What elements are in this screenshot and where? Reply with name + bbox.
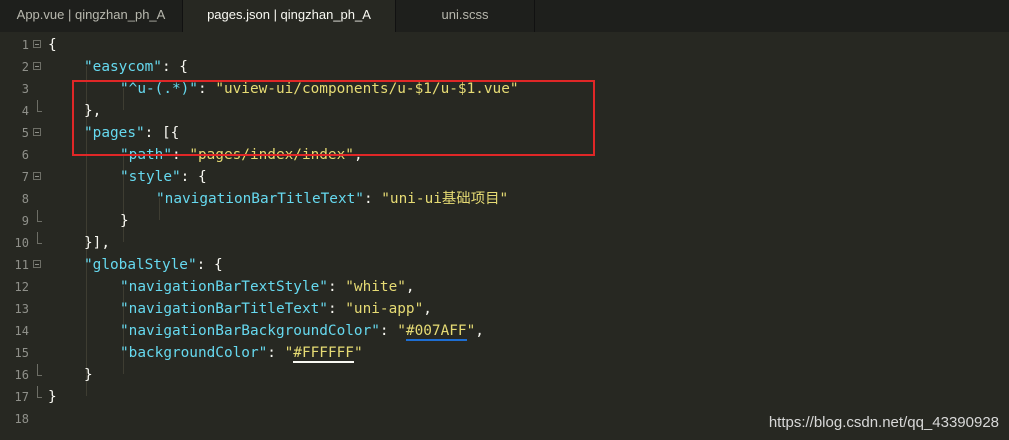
code-line: 1 { [0, 34, 1009, 56]
tab-label: App.vue | qingzhan_ph_A [16, 7, 166, 22]
code-text: "navigationBarTitleText": "uni-app", [120, 298, 432, 320]
brace: { [48, 37, 57, 53]
code-text: "globalStyle": { [84, 254, 223, 276]
fold-end-marker [37, 364, 42, 376]
json-key: "navigationBarBackgroundColor" [120, 323, 380, 339]
fold-toggle-icon[interactable] [33, 260, 41, 268]
json-key: "globalStyle" [84, 257, 197, 273]
line-number: 15 [14, 346, 29, 360]
code-line: 11 "globalStyle": { [0, 254, 1009, 276]
tab-label: pages.json | qingzhan_ph_A [207, 7, 371, 22]
punctuation: } [84, 367, 93, 383]
punctuation: : { [180, 169, 207, 185]
punctuation: } [120, 213, 129, 229]
code-line: 16 } [0, 364, 1009, 386]
json-key: "navigationBarTextStyle" [120, 279, 328, 295]
punctuation: : [267, 345, 285, 361]
code-text: } [84, 364, 93, 386]
fold-toggle-icon[interactable] [33, 172, 41, 180]
fold-end-marker [37, 100, 42, 112]
code-line: 15 "backgroundColor": "#FFFFFF" [0, 342, 1009, 364]
tab-pages-json[interactable]: pages.json | qingzhan_ph_A [183, 0, 395, 32]
line-number: 2 [21, 60, 29, 74]
fold-toggle-icon[interactable] [33, 128, 41, 136]
line-number: 6 [21, 148, 29, 162]
line-number: 3 [21, 82, 29, 96]
json-key: "backgroundColor" [120, 345, 268, 361]
code-text: "backgroundColor": "#FFFFFF" [120, 342, 363, 364]
code-line: 2 "easycom": { [0, 56, 1009, 78]
line-number: 7 [21, 170, 29, 184]
tab-app-vue[interactable]: App.vue | qingzhan_ph_A [0, 0, 183, 32]
code-text: } [120, 210, 129, 232]
code-text: "easycom": { [84, 56, 188, 78]
punctuation: : { [161, 59, 188, 75]
quote: " [353, 345, 363, 361]
punctuation: : { [196, 257, 223, 273]
json-key: "navigationBarTitleText" [156, 191, 364, 207]
tab-label: uni.scss [441, 7, 489, 22]
code-text: "style": { [120, 166, 207, 188]
color-value-007aff: #007AFF [405, 323, 467, 341]
fold-end-marker [37, 210, 42, 222]
fold-end-marker [37, 386, 42, 398]
line-number: 4 [21, 104, 29, 118]
tab-uni-scss[interactable]: uni.scss [395, 0, 535, 32]
punctuation: , [475, 323, 484, 339]
code-line: 14 "navigationBarBackgroundColor": "#007… [0, 320, 1009, 342]
line-number: 17 [14, 390, 29, 404]
line-number: 5 [21, 126, 29, 140]
code-line: 12 "navigationBarTextStyle": "white", [0, 276, 1009, 298]
code-line: 10 }], [0, 232, 1009, 254]
json-string: "uni-app" [345, 301, 424, 317]
code-text: "navigationBarTextStyle": "white", [120, 276, 415, 298]
json-string: "uni-ui基础项目" [381, 191, 509, 207]
line-number: 10 [14, 236, 29, 250]
fold-toggle-icon[interactable] [33, 62, 41, 70]
code-text: }], [84, 232, 110, 254]
json-key: "style" [120, 169, 181, 185]
line-number: 1 [21, 38, 29, 52]
json-string: "#007AFF" [397, 323, 475, 341]
code-text: "navigationBarTitleText": "uni-ui基础项目" [156, 188, 508, 210]
code-line: 8 "navigationBarTitleText": "uni-ui基础项目" [0, 188, 1009, 210]
line-number: 18 [14, 412, 29, 426]
tab-bar: App.vue | qingzhan_ph_A pages.json | qin… [0, 0, 1009, 32]
code-line: 13 "navigationBarTitleText": "uni-app", [0, 298, 1009, 320]
punctuation: : [379, 323, 398, 339]
quote: " [284, 345, 294, 361]
brace: } [48, 389, 57, 405]
line-number: 12 [14, 280, 29, 294]
watermark: https://blog.csdn.net/qq_43390928 [768, 414, 999, 431]
line-number: 8 [21, 192, 29, 206]
code-line: 7 "style": { [0, 166, 1009, 188]
line-number: 9 [21, 214, 29, 228]
code-line: 17 } [0, 386, 1009, 408]
quote: " [466, 323, 476, 339]
code-text: { [48, 34, 57, 56]
punctuation: , [405, 279, 415, 295]
punctuation: : [327, 301, 346, 317]
code-text: "navigationBarBackgroundColor": "#007AFF… [120, 320, 484, 342]
json-key: "easycom" [84, 59, 162, 75]
code-line: 9 } [0, 210, 1009, 232]
line-number: 11 [14, 258, 29, 272]
json-key: "navigationBarTitleText" [120, 301, 328, 317]
punctuation: : [363, 191, 382, 207]
json-string: "white" [345, 279, 406, 295]
line-number: 14 [14, 324, 29, 338]
line-number: 13 [14, 302, 29, 316]
code-editor[interactable]: 1 { 2 "easycom": { 3 "^u-(.*)": "uview-u… [0, 32, 1009, 440]
json-string: "#FFFFFF" [285, 345, 363, 363]
code-text: } [48, 386, 57, 408]
quote: " [397, 323, 406, 339]
fold-toggle-icon[interactable] [33, 40, 41, 48]
easycom-highlight-box [72, 80, 595, 156]
punctuation: : [327, 279, 346, 295]
punctuation: }], [84, 235, 110, 251]
line-number: 16 [14, 368, 29, 382]
fold-end-marker [37, 232, 42, 244]
color-value-ffffff: #FFFFFF [293, 345, 354, 363]
punctuation: , [423, 301, 432, 317]
